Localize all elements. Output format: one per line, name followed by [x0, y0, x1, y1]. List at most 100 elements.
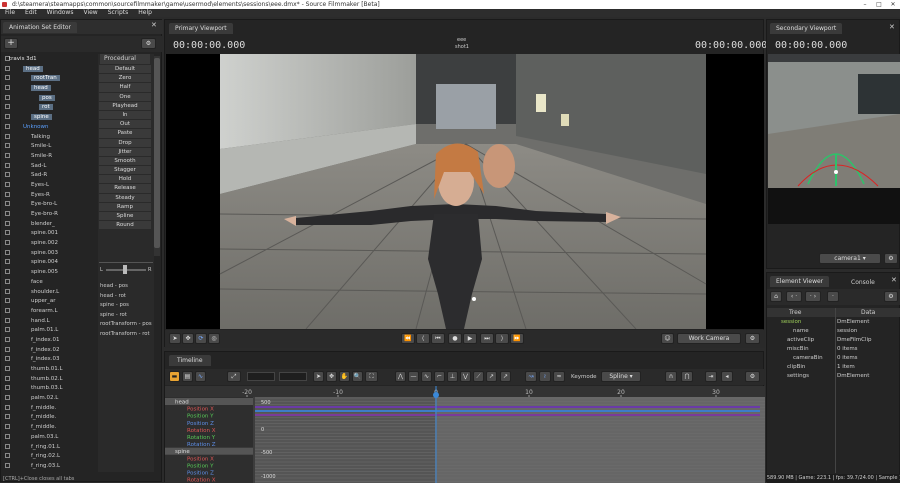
- prev-key-icon[interactable]: ⟨: [416, 333, 430, 344]
- visibility-checkbox[interactable]: [5, 308, 10, 313]
- column-data[interactable]: Data: [861, 308, 875, 317]
- procedural-smooth-button[interactable]: Smooth: [99, 157, 151, 166]
- visibility-checkbox[interactable]: [5, 347, 10, 352]
- tree-row[interactable]: rootTran: [1, 74, 98, 84]
- visibility-checkbox[interactable]: [5, 153, 10, 158]
- tangent-flat-icon[interactable]: ⊥: [447, 371, 458, 382]
- step-back-icon[interactable]: ⏮: [431, 333, 445, 344]
- channel-label[interactable]: Rotation X: [187, 478, 216, 483]
- tree-row[interactable]: palm.01.L: [1, 326, 98, 336]
- rotate-tool-icon[interactable]: ⟳: [195, 333, 207, 344]
- tangent-auto-icon[interactable]: ⋀: [395, 371, 406, 382]
- camera-select[interactable]: camera1 ▾: [819, 253, 881, 264]
- channel-label[interactable]: Position X: [187, 407, 214, 413]
- channel-label[interactable]: Position X: [187, 456, 214, 462]
- visibility-checkbox[interactable]: [5, 405, 10, 410]
- visibility-checkbox[interactable]: [5, 182, 10, 187]
- select-tool-icon[interactable]: ➤: [313, 371, 324, 382]
- element-row[interactable]: miscBin0 items: [767, 345, 900, 354]
- tree-row[interactable]: f_index.02: [1, 346, 98, 356]
- tree-row[interactable]: Sad-L: [1, 162, 98, 172]
- menu-file[interactable]: File: [0, 9, 20, 17]
- tab-secondary-viewport[interactable]: Secondary Viewport: [770, 23, 842, 34]
- visibility-checkbox[interactable]: [5, 318, 10, 323]
- menu-edit[interactable]: Edit: [20, 9, 42, 17]
- procedural-tab[interactable]: Procedural: [100, 54, 150, 64]
- tab-animation-set-editor[interactable]: Animation Set Editor: [3, 22, 77, 33]
- visibility-checkbox[interactable]: [5, 66, 10, 71]
- tree-row[interactable]: rot: [1, 103, 98, 113]
- keymode-select[interactable]: Spline ▾: [601, 371, 641, 382]
- channel-label[interactable]: Position Y: [187, 414, 214, 420]
- procedural-stagger-button[interactable]: Stagger: [99, 166, 151, 175]
- visibility-checkbox[interactable]: [5, 75, 10, 80]
- tree-row[interactable]: thumb.02.L: [1, 375, 98, 385]
- element-row[interactable]: settingsDmElement: [767, 372, 900, 381]
- column-tree[interactable]: Tree: [789, 308, 802, 317]
- visibility-checkbox[interactable]: [5, 143, 10, 148]
- element-row[interactable]: activeClipDmeFilmClip: [767, 336, 900, 345]
- tree-row[interactable]: face: [1, 278, 98, 288]
- tree-row[interactable]: f_ring.02.L: [1, 452, 98, 462]
- tree-row[interactable]: f_middle.: [1, 423, 98, 433]
- tree-row[interactable]: Eye-bro-R: [1, 210, 98, 220]
- visibility-checkbox[interactable]: [5, 172, 10, 177]
- tree-row[interactable]: upper_ar: [1, 297, 98, 307]
- procedural-ramp-button[interactable]: Ramp: [99, 203, 151, 212]
- channel-label[interactable]: Position Z: [187, 471, 214, 477]
- tree-row[interactable]: Eyes-R: [1, 191, 98, 201]
- fast-forward-icon[interactable]: ⏩: [510, 333, 524, 344]
- element-row[interactable]: clipBin1 item: [767, 363, 900, 372]
- tree-row[interactable]: Smile-R: [1, 152, 98, 162]
- visibility-checkbox[interactable]: [5, 376, 10, 381]
- tree-row[interactable]: travis 3d1: [1, 55, 98, 65]
- visibility-checkbox[interactable]: [5, 259, 10, 264]
- tree-row[interactable]: palm.02.L: [1, 394, 98, 404]
- work-camera-button[interactable]: Work Camera: [677, 333, 741, 344]
- visibility-checkbox[interactable]: [5, 134, 10, 139]
- channel-label[interactable]: Position Y: [187, 463, 214, 469]
- balance-slider-handle[interactable]: [123, 265, 127, 274]
- gear-icon[interactable]: ⚙: [745, 333, 760, 344]
- tree-row[interactable]: Eye-bro-L: [1, 200, 98, 210]
- visibility-checkbox[interactable]: [5, 240, 10, 245]
- tab-primary-viewport[interactable]: Primary Viewport: [169, 23, 233, 34]
- tab-console[interactable]: Console: [851, 279, 875, 286]
- tree-row[interactable]: f_ring.01.L: [1, 443, 98, 453]
- procedural-jitter-button[interactable]: Jitter: [99, 148, 151, 157]
- orbit-tool-icon[interactable]: ◎: [208, 333, 220, 344]
- tangent-step-icon[interactable]: ⌐: [434, 371, 445, 382]
- tree-row[interactable]: spine.005: [1, 268, 98, 278]
- mute-icon[interactable]: ◂: [721, 371, 733, 382]
- visibility-checkbox[interactable]: [5, 211, 10, 216]
- visibility-checkbox[interactable]: [5, 289, 10, 294]
- procedural-half-button[interactable]: Half: [99, 83, 151, 92]
- clip-editor-icon[interactable]: ▬: [169, 371, 180, 382]
- tree-row[interactable]: blender_: [1, 220, 98, 230]
- tree-row[interactable]: f_ring.03.L: [1, 462, 98, 472]
- menu-view[interactable]: View: [78, 9, 102, 17]
- curve-wave-icon[interactable]: ≈: [553, 371, 565, 382]
- key-insert-icon[interactable]: ⇥: [705, 371, 717, 382]
- tree-row[interactable]: f_middle.: [1, 404, 98, 414]
- visibility-checkbox[interactable]: [5, 434, 10, 439]
- tree-row[interactable]: spine.001: [1, 229, 98, 239]
- channel-label[interactable]: spine: [175, 449, 190, 455]
- tree-row[interactable]: f_middle.: [1, 413, 98, 423]
- tab-timeline[interactable]: Timeline: [169, 355, 211, 366]
- back-icon[interactable]: ‹ ·: [786, 291, 802, 302]
- menu-help[interactable]: Help: [133, 9, 157, 17]
- tree-row[interactable]: Talking: [1, 133, 98, 143]
- procedural-release-button[interactable]: Release: [99, 184, 151, 193]
- move-tool-icon[interactable]: ✥: [326, 371, 337, 382]
- procedural-paste-button[interactable]: Paste: [99, 129, 151, 138]
- rewind-icon[interactable]: ⏪: [401, 333, 415, 344]
- tree-row[interactable]: spine.002: [1, 239, 98, 249]
- visibility-checkbox[interactable]: [5, 453, 10, 458]
- tree-row[interactable]: thumb.03.L: [1, 384, 98, 394]
- visibility-checkbox[interactable]: [5, 250, 10, 255]
- step-forward-icon[interactable]: ⏭: [480, 333, 494, 344]
- menu-windows[interactable]: Windows: [42, 9, 79, 17]
- procedural-hold-button[interactable]: Hold: [99, 175, 151, 184]
- tree-row[interactable]: f_index.03: [1, 355, 98, 365]
